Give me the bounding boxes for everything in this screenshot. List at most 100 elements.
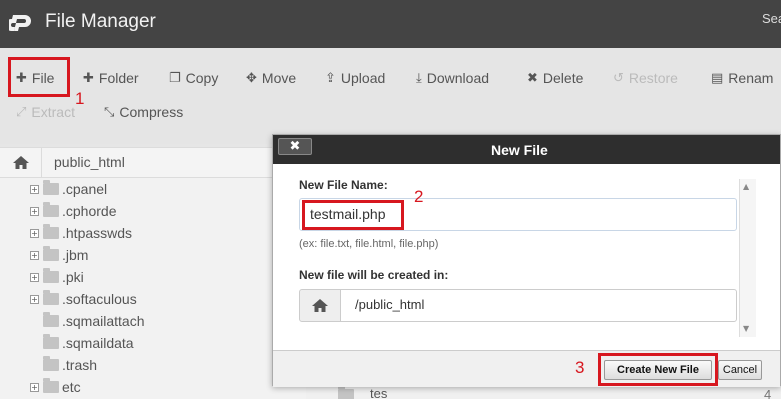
download-button-label: Download <box>426 70 490 86</box>
step-3-label: 3 <box>575 358 585 377</box>
current-path[interactable]: public_html <box>54 154 125 170</box>
plus-icon: ✚ <box>83 70 94 86</box>
tree-item[interactable]: + .cphorde <box>30 202 117 219</box>
cpanel-logo[interactable] <box>9 10 39 34</box>
compress-icon: ⤡ <box>104 104 115 120</box>
move-icon: ✥ <box>246 70 257 86</box>
location-home-addon <box>299 289 341 322</box>
tree-item[interactable]: + .htpasswds <box>30 224 133 241</box>
dialog-title: New File <box>491 142 548 158</box>
tree-item[interactable]: + .cpanel <box>30 180 108 197</box>
tree-item-label: etc <box>62 379 81 395</box>
expand-icon[interactable]: + <box>30 206 39 216</box>
expand-icon[interactable]: + <box>30 250 39 260</box>
folder-icon <box>43 268 59 283</box>
tree-item[interactable]: + .softaculous <box>30 290 137 307</box>
rename-icon: ▤ <box>711 70 724 86</box>
tree-item-label: .cphorde <box>62 203 117 219</box>
scroll-up-icon[interactable]: ▲ <box>743 182 749 191</box>
upload-icon: ⇪ <box>325 70 336 86</box>
download-icon: ⤓ <box>416 70 422 86</box>
expand-icon[interactable]: + <box>30 228 39 238</box>
folder-tree: + .cpanel + .cphorde + .htpasswds + .jbm… <box>0 178 306 399</box>
tree-item[interactable]: + .pki <box>30 268 84 285</box>
dialog-scrollbar[interactable]: ▲ ▼ <box>739 179 756 337</box>
file-name-hint: (ex: file.txt, file.html, file.php) <box>299 238 439 250</box>
expand-icon[interactable]: + <box>30 184 39 194</box>
folder-icon <box>43 202 59 217</box>
dialog-body: New File Name: testmail.php 2 (ex: file.… <box>273 164 780 350</box>
folder-icon <box>43 334 59 349</box>
file-name-label: New File Name: <box>299 178 388 192</box>
dialog-header: ✖ New File <box>273 135 780 164</box>
tree-item[interactable]: + .jbm <box>30 246 89 263</box>
app-title: File Manager <box>45 11 156 32</box>
tree-item-label: .pki <box>62 269 84 285</box>
expand-icon[interactable]: + <box>30 272 39 282</box>
copy-button[interactable]: ❐ Copy <box>169 70 218 86</box>
restore-button-label: Restore <box>628 70 678 86</box>
step-2-label: 2 <box>414 187 424 206</box>
file-button-highlight <box>8 57 70 97</box>
folder-icon <box>43 356 59 371</box>
location-input[interactable]: /public_html <box>340 289 737 322</box>
folder-icon <box>43 290 59 305</box>
compress-button[interactable]: ⤡ Compress <box>104 104 183 120</box>
file-name-cell[interactable]: tes <box>370 386 387 399</box>
rename-button[interactable]: ▤ Renam <box>711 70 773 86</box>
upload-button-label: Upload <box>340 70 386 86</box>
file-name-highlight <box>302 200 404 230</box>
scroll-down-icon[interactable]: ▼ <box>743 324 749 333</box>
extract-button[interactable]: ⤢ Extract <box>16 104 75 120</box>
restore-icon: ↺ <box>613 70 624 86</box>
tree-item[interactable]: .trash <box>43 356 98 373</box>
location-value: /public_html <box>355 297 425 312</box>
folder-icon <box>43 312 59 327</box>
search-field-label[interactable]: Sea <box>762 11 781 26</box>
move-button-label: Move <box>261 70 297 86</box>
close-icon: ✖ <box>289 139 301 154</box>
tree-item-label: .htpasswds <box>62 225 133 241</box>
move-button[interactable]: ✥ Move <box>246 70 296 86</box>
create-button-highlight <box>598 353 718 386</box>
location-label: New file will be created in: <box>299 268 449 282</box>
folder-icon <box>338 386 354 399</box>
tree-item-label: .jbm <box>62 247 89 263</box>
dialog-footer: 3 Create New File Cancel <box>273 350 780 387</box>
tree-item-label: .softaculous <box>62 291 137 307</box>
copy-button-label: Copy <box>185 70 219 86</box>
home-button[interactable] <box>0 148 42 177</box>
tree-item[interactable]: + etc <box>30 378 81 395</box>
restore-button[interactable]: ↺ Restore <box>613 70 678 86</box>
folder-button-label: Folder <box>98 70 139 86</box>
expand-icon[interactable]: + <box>30 294 39 304</box>
path-bar: public_html <box>0 147 306 178</box>
extract-button-label: Extract <box>31 104 75 120</box>
tree-item-label: .sqmailattach <box>62 313 145 329</box>
upload-button[interactable]: ⇪ Upload <box>325 70 385 86</box>
folder-button[interactable]: ✚ Folder <box>83 70 139 86</box>
folder-icon <box>43 378 59 393</box>
toolbar: ✚ File ✚ Folder ❐ Copy ✥ Move ⇪ Upload ⤓… <box>0 48 781 144</box>
tree-item[interactable]: .sqmailattach <box>43 312 145 329</box>
tree-item-label: .trash <box>62 357 98 373</box>
top-bar: File Manager Sea <box>0 0 781 48</box>
new-file-dialog: ✖ New File New File Name: testmail.php 2… <box>272 134 781 387</box>
tree-item[interactable]: .sqmaildata <box>43 334 134 351</box>
tree-item-label: .cpanel <box>62 181 108 197</box>
home-icon <box>12 156 29 169</box>
cancel-button[interactable]: Cancel <box>718 360 762 380</box>
folder-icon <box>43 246 59 261</box>
step-1-label: 1 <box>75 89 85 108</box>
delete-button[interactable]: ✖ Delete <box>527 70 583 86</box>
copy-icon: ❐ <box>169 70 181 86</box>
compress-button-label: Compress <box>119 104 184 120</box>
rename-button-label: Renam <box>728 70 774 86</box>
download-button[interactable]: ⤓ Download <box>416 70 489 86</box>
expand-icon[interactable]: + <box>30 382 39 392</box>
tree-item-label: .sqmaildata <box>62 335 134 351</box>
extract-icon: ⤢ <box>16 104 27 120</box>
close-button[interactable]: ✖ <box>278 138 312 155</box>
delete-icon: ✖ <box>527 70 538 86</box>
folder-icon <box>43 180 59 195</box>
